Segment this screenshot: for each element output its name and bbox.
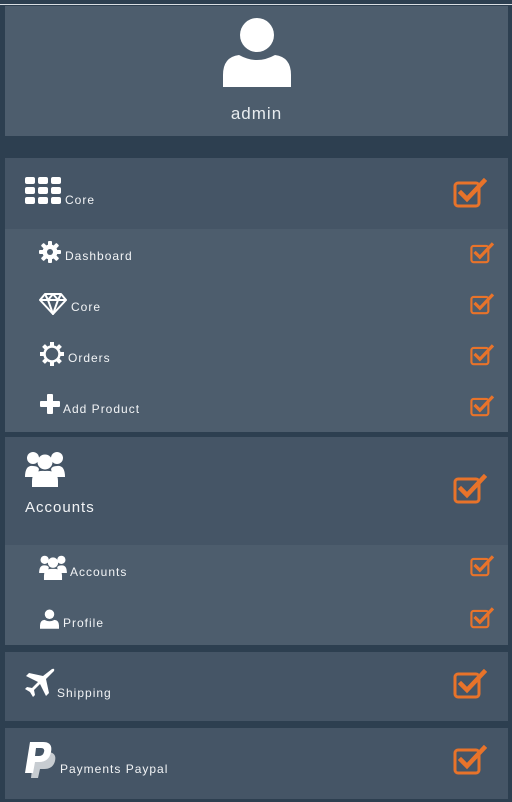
checkbox-checked-icon[interactable] xyxy=(453,669,487,699)
group-core: Core Dashboard Core Orders Add Product xyxy=(5,158,508,432)
diamond-icon xyxy=(39,293,67,315)
menu-item-label: Dashboard xyxy=(65,249,133,263)
menu-item-label: Add Product xyxy=(63,402,141,416)
top-border xyxy=(0,0,512,5)
gear-icon xyxy=(39,241,61,263)
menu-item-dashboard[interactable]: Dashboard xyxy=(5,229,508,280)
checkbox-checked-icon[interactable] xyxy=(453,178,487,208)
menu-item-label: Core xyxy=(71,300,102,314)
plane-icon xyxy=(25,668,55,697)
username: admin xyxy=(230,104,283,123)
checkbox-checked-icon[interactable] xyxy=(470,293,494,315)
grid-icon xyxy=(25,177,61,204)
group-shipping-header[interactable]: Shipping xyxy=(5,652,508,721)
profile-panel: admin xyxy=(5,6,508,136)
checkbox-checked-icon[interactable] xyxy=(453,474,487,504)
user-icon xyxy=(223,18,291,87)
checkbox-checked-icon[interactable] xyxy=(470,395,494,417)
plus-icon xyxy=(40,394,60,414)
menu-item-label: Orders xyxy=(68,351,111,365)
menu-item-core[interactable]: Core xyxy=(5,280,508,331)
paypal-icon xyxy=(25,742,56,778)
menu-item-add-product[interactable]: Add Product xyxy=(5,382,508,433)
group-accounts-header[interactable]: Accounts xyxy=(5,437,508,545)
checkbox-checked-icon[interactable] xyxy=(470,555,494,577)
group-core-header[interactable]: Core xyxy=(5,158,508,229)
checkbox-checked-icon[interactable] xyxy=(470,607,494,629)
group-shipping: Shipping xyxy=(5,652,508,721)
group-payments-paypal-header[interactable]: Payments Paypal xyxy=(5,728,508,799)
menu-item-orders[interactable]: Orders xyxy=(5,331,508,382)
menu-item-label: Accounts xyxy=(70,565,128,579)
menu-item-accounts[interactable]: Accounts xyxy=(5,545,508,596)
users-icon xyxy=(25,452,65,487)
group-accounts: Accounts Accounts Profile xyxy=(5,437,508,645)
sun-icon xyxy=(40,342,64,366)
group-label: Shipping xyxy=(57,686,112,700)
group-label: Payments Paypal xyxy=(60,762,169,776)
menu-item-label: Profile xyxy=(63,616,105,630)
checkbox-checked-icon[interactable] xyxy=(453,745,487,775)
menu-item-profile[interactable]: Profile xyxy=(5,596,508,647)
users-icon xyxy=(39,555,67,580)
group-label: Accounts xyxy=(25,499,95,516)
group-payments-paypal: Payments Paypal xyxy=(5,728,508,799)
checkbox-checked-icon[interactable] xyxy=(470,344,494,366)
checkbox-checked-icon[interactable] xyxy=(470,242,494,264)
user-icon xyxy=(40,609,59,629)
group-label: Core xyxy=(65,193,96,207)
